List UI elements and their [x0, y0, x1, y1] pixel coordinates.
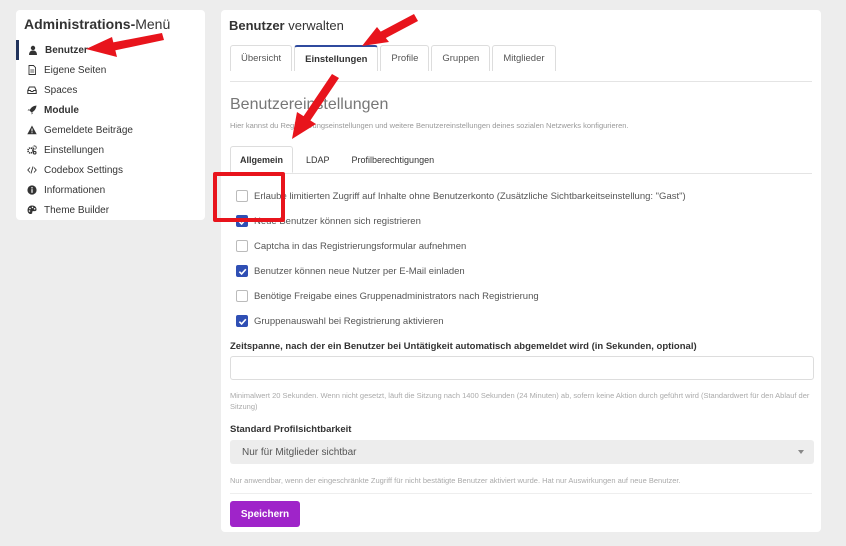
checkbox-label: Benötige Freigabe eines Gruppenadministr…	[254, 290, 539, 302]
settings-subtabs: Allgemein LDAP Profilberechtigungen	[230, 146, 447, 173]
admin-menu: Administrations-Menü Benutzer Eigene Sei…	[16, 10, 205, 220]
save-button[interactable]: Speichern	[230, 501, 300, 527]
subtab-allgemein[interactable]: Allgemein	[230, 146, 294, 173]
section-title: Benutzereinstellungen	[230, 96, 389, 113]
code-icon	[26, 164, 38, 176]
sidebar-item-label: Spaces	[44, 84, 78, 96]
cogs-icon	[26, 144, 38, 156]
profile-visibility-select[interactable]: Nur für Mitglieder sichtbar	[230, 440, 814, 464]
visibility-label: Standard Profilsichtbarkeit	[230, 424, 352, 435]
sidebar-item-gemeldete-beitraege[interactable]: Gemeldete Beiträge	[16, 120, 205, 140]
select-value: Nur für Mitglieder sichtbar	[242, 446, 357, 458]
sidebar-item-label: Codebox Settings	[44, 164, 123, 176]
warning-icon	[26, 124, 38, 136]
checkbox-label: Gruppenauswahl bei Registrierung aktivie…	[254, 315, 444, 327]
sidebar-item-theme-builder[interactable]: Theme Builder	[16, 200, 205, 220]
sidebar-item-label: Einstellungen	[44, 144, 105, 156]
sidebar-item-einstellungen[interactable]: Einstellungen	[16, 140, 205, 160]
checkbox-label: Erlaube limitierten Zugriff auf Inhalte …	[254, 190, 686, 202]
sidebar-item-label: Gemeldete Beiträge	[44, 124, 133, 136]
sidebar-item-label: Eigene Seiten	[44, 64, 107, 76]
checkbox-row-email-invite[interactable]: Benutzer können neue Nutzer per E-Mail e…	[236, 265, 465, 277]
subtab-profilberechtigungen[interactable]: Profilberechtigungen	[343, 146, 444, 173]
tab-profile[interactable]: Profile	[380, 45, 430, 71]
file-icon	[26, 64, 38, 76]
sidebar-item-label: Module	[44, 104, 79, 116]
sidebar-item-benutzer[interactable]: Benutzer	[16, 40, 205, 60]
sidebar-item-spaces[interactable]: Spaces	[16, 80, 205, 100]
rocket-icon	[26, 104, 38, 116]
sidebar-item-label: Benutzer	[45, 44, 88, 56]
subtabs-divider	[230, 173, 812, 174]
sidebar-item-eigene-seiten[interactable]: Eigene Seiten	[16, 60, 205, 80]
user-icon	[27, 44, 39, 56]
sidebar-item-module[interactable]: Module	[16, 100, 205, 120]
sidebar-item-codebox-settings[interactable]: Codebox Settings	[16, 160, 205, 180]
tab-mitglieder[interactable]: Mitglieder	[492, 45, 556, 71]
checkbox-label: Captcha in das Registrierungsformular au…	[254, 240, 467, 252]
checkbox-row-group-selection[interactable]: Gruppenauswahl bei Registrierung aktivie…	[236, 315, 444, 327]
sidebar-item-label: Theme Builder	[44, 204, 110, 216]
user-management-panel: Benutzer verwalten Übersicht Einstellung…	[221, 10, 821, 532]
admin-menu-title: Administrations-Menü	[24, 16, 171, 32]
checkbox-email-invite[interactable]	[236, 265, 248, 277]
info-icon	[26, 184, 38, 196]
caret-down-icon	[798, 450, 804, 454]
checkbox-group-selection[interactable]	[236, 315, 248, 327]
checkbox-row-captcha[interactable]: Captcha in das Registrierungsformular au…	[236, 240, 466, 252]
timeout-label: Zeitspanne, nach der ein Benutzer bei Un…	[230, 341, 697, 352]
tab-einstellungen[interactable]: Einstellungen	[294, 45, 379, 71]
tabs-divider	[230, 81, 812, 82]
subtab-ldap[interactable]: LDAP	[297, 146, 339, 173]
timeout-input[interactable]	[230, 356, 814, 380]
divider	[230, 493, 812, 494]
checkbox-label: Benutzer können neue Nutzer per E-Mail e…	[254, 265, 465, 277]
visibility-help: Nur anwendbar, wenn der eingeschränkte Z…	[230, 476, 681, 485]
page-title: Benutzer verwalten	[229, 18, 344, 33]
timeout-help: Minimalwert 20 Sekunden. Wenn nicht gese…	[230, 391, 810, 411]
checkbox-captcha[interactable]	[236, 240, 248, 252]
highlight-box	[213, 172, 285, 222]
inbox-icon	[26, 84, 38, 96]
checkbox-group-approval[interactable]	[236, 290, 248, 302]
check-icon	[238, 268, 246, 275]
main-tabs: Übersicht Einstellungen Profile Gruppen …	[230, 45, 558, 71]
checkbox-row-guest-access[interactable]: Erlaube limitierten Zugriff auf Inhalte …	[236, 190, 686, 202]
tab-uebersicht[interactable]: Übersicht	[230, 45, 293, 71]
sidebar-item-informationen[interactable]: Informationen	[16, 180, 205, 200]
palette-icon	[26, 204, 38, 216]
tab-gruppen[interactable]: Gruppen	[431, 45, 491, 71]
sidebar-item-label: Informationen	[44, 184, 106, 196]
section-description: Hier kannst du Registrierungseinstellung…	[230, 121, 629, 130]
checkbox-row-group-approval[interactable]: Benötige Freigabe eines Gruppenadministr…	[236, 290, 539, 302]
check-icon	[238, 318, 246, 325]
